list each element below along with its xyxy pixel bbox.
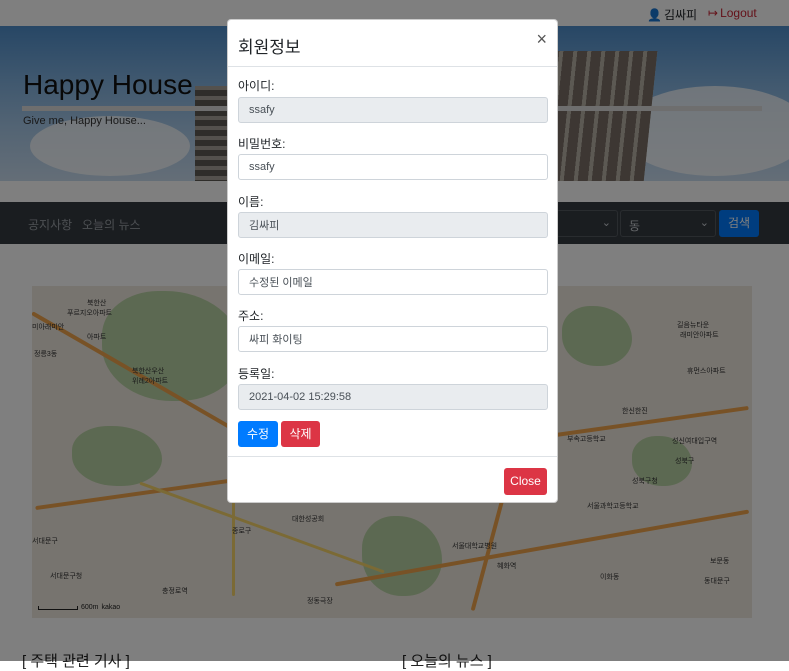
join-date-label: 등록일: <box>238 367 275 381</box>
name-field[interactable] <box>238 212 548 238</box>
member-info-modal: 회원정보 × 아이디: 비밀번호: 이름: 이메일: 주소: 등록일: 수정 삭… <box>227 19 558 503</box>
name-label: 이름: <box>238 195 264 209</box>
password-label: 비밀번호: <box>238 137 286 151</box>
email-label: 이메일: <box>238 252 275 266</box>
delete-button[interactable]: 삭제 <box>281 421 320 447</box>
address-label: 주소: <box>238 309 264 323</box>
close-button[interactable]: Close <box>504 468 547 495</box>
modal-title: 회원정보 <box>238 38 301 57</box>
join-date-field[interactable] <box>238 384 548 410</box>
close-icon[interactable]: × <box>536 30 547 48</box>
modal-footer-divider <box>228 456 557 457</box>
address-field[interactable] <box>238 326 548 352</box>
password-field[interactable] <box>238 154 548 180</box>
id-field[interactable] <box>238 97 548 123</box>
id-label: 아이디: <box>238 79 275 93</box>
email-field[interactable] <box>238 269 548 295</box>
modal-header: 회원정보 × <box>228 20 557 67</box>
edit-button[interactable]: 수정 <box>238 421 278 447</box>
